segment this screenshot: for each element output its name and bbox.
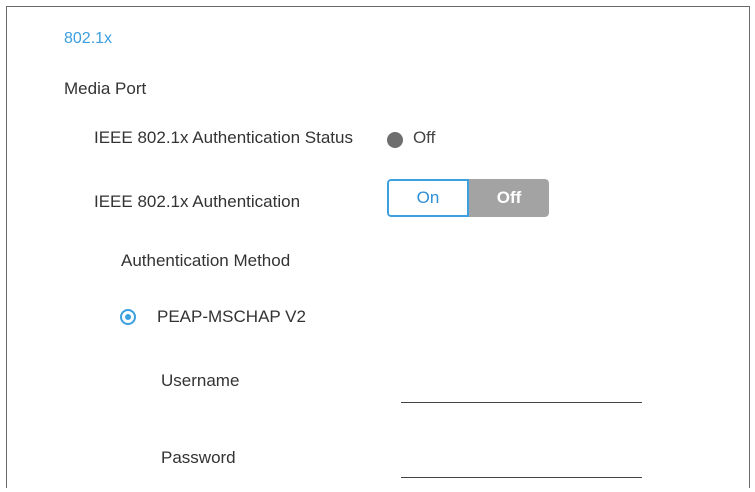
radio-dot: [125, 314, 131, 320]
auth-toggle[interactable]: On Off: [387, 179, 549, 217]
radio-selected-icon[interactable]: [120, 309, 136, 325]
settings-panel: 802.1x Media Port IEEE 802.1x Authentica…: [6, 6, 750, 488]
auth-status-label: IEEE 802.1x Authentication Status: [94, 128, 353, 147]
password-label: Password: [161, 448, 236, 467]
auth-method-option-label: PEAP-MSCHAP V2: [157, 307, 306, 326]
section-title-8021x[interactable]: 802.1x: [64, 30, 112, 48]
auth-toggle-label: IEEE 802.1x Authentication: [94, 192, 301, 211]
auth-status-value: Off: [412, 128, 436, 147]
username-label: Username: [161, 371, 240, 390]
group-title-media-port: Media Port: [64, 79, 147, 98]
username-input[interactable]: [401, 376, 642, 403]
auth-method-title: Authentication Method: [121, 251, 291, 270]
auth-method-option-peap[interactable]: PEAP-MSCHAP V2: [120, 307, 306, 327]
auth-toggle-off-button[interactable]: Off: [469, 179, 549, 217]
auth-toggle-on-button[interactable]: On: [387, 179, 469, 217]
status-indicator-icon: [386, 132, 403, 148]
auth-status-row: IEEE 802.1x Authentication Status Off: [94, 128, 435, 148]
password-input[interactable]: [401, 451, 642, 478]
